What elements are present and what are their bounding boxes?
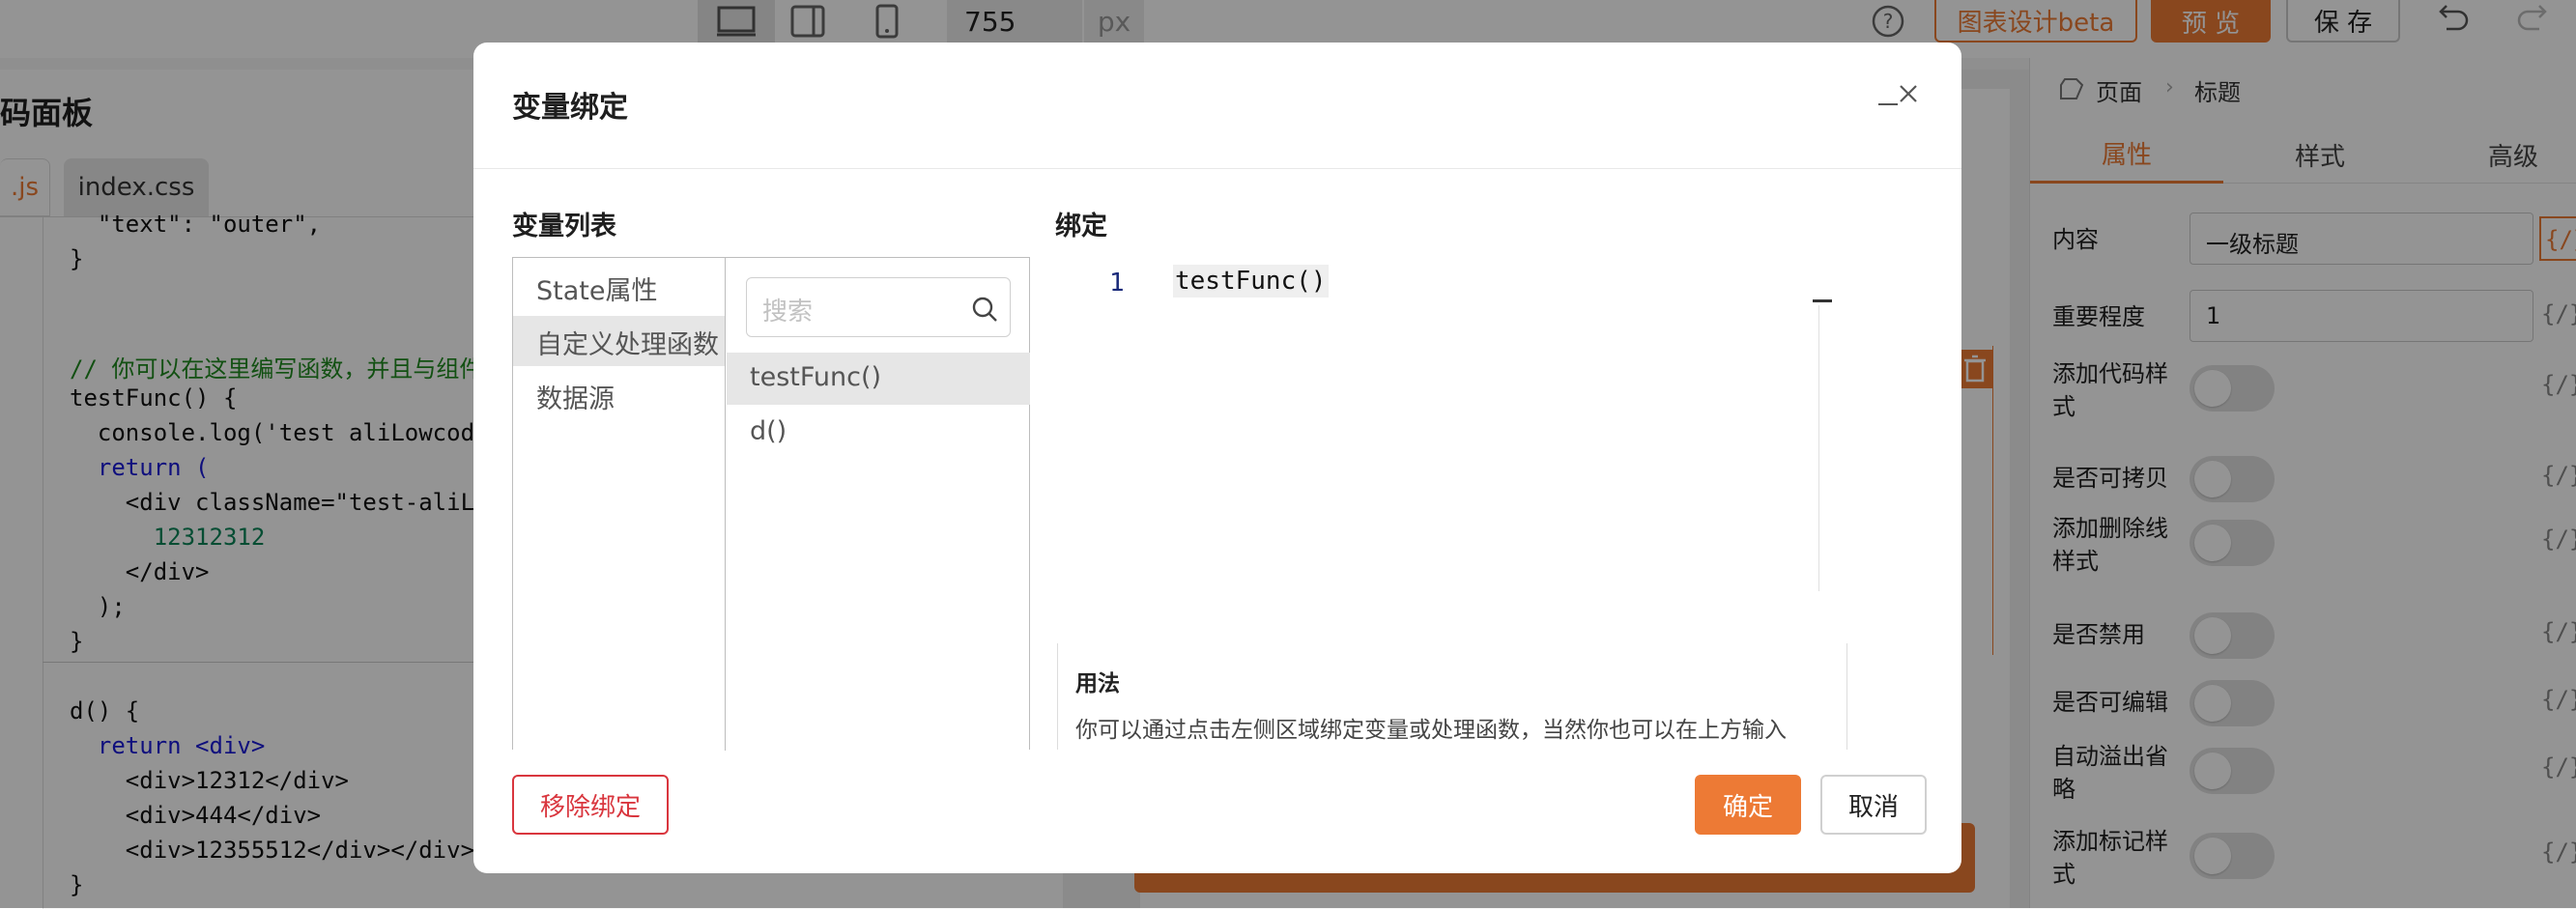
variable-binding-dialog: 变量绑定 变量列表 State属性 自定义处理函数 数据源 搜索 testFun… (473, 43, 1961, 873)
binding-title: 绑定 (1055, 212, 1107, 241)
usage-box: 用法 你可以通过点击左侧区域绑定变量或处理函数，当然你也可以在上方输入 (1057, 643, 1847, 750)
binding-code-editor[interactable]: 1 testFunc() (1057, 257, 1832, 591)
category-list: State属性 自定义处理函数 数据源 (513, 258, 726, 751)
cancel-button[interactable]: 取消 (1820, 775, 1927, 835)
usage-title: 用法 (1075, 671, 1120, 696)
category-datasource[interactable]: 数据源 (513, 370, 725, 420)
minimize-icon[interactable] (1876, 79, 1900, 108)
editor-line-number: 1 (1109, 269, 1125, 298)
search-box[interactable]: 搜索 (746, 277, 1011, 337)
editor-code[interactable]: testFunc() (1173, 265, 1329, 298)
search-icon[interactable] (971, 296, 998, 323)
variable-list: State属性 自定义处理函数 数据源 搜索 testFunc() d() (512, 257, 1030, 751)
close-icon[interactable] (1898, 83, 1919, 104)
variable-list-title: 变量列表 (512, 212, 616, 241)
dialog-title: 变量绑定 (512, 91, 628, 125)
confirm-button[interactable]: 确定 (1695, 775, 1801, 835)
search-input[interactable]: 搜索 (762, 292, 813, 327)
category-custom-functions[interactable]: 自定义处理函数 (513, 316, 725, 366)
category-state[interactable]: State属性 (513, 262, 725, 312)
usage-text: 你可以通过点击左侧区域绑定变量或处理函数，当然你也可以在上方输入 (1075, 718, 1787, 743)
remove-binding-button[interactable]: 移除绑定 (512, 775, 669, 835)
editor-scrollbar-thumb[interactable] (1813, 299, 1832, 302)
function-item-testfunc[interactable]: testFunc() (727, 353, 1030, 405)
function-item-d[interactable]: d() (727, 407, 1030, 459)
